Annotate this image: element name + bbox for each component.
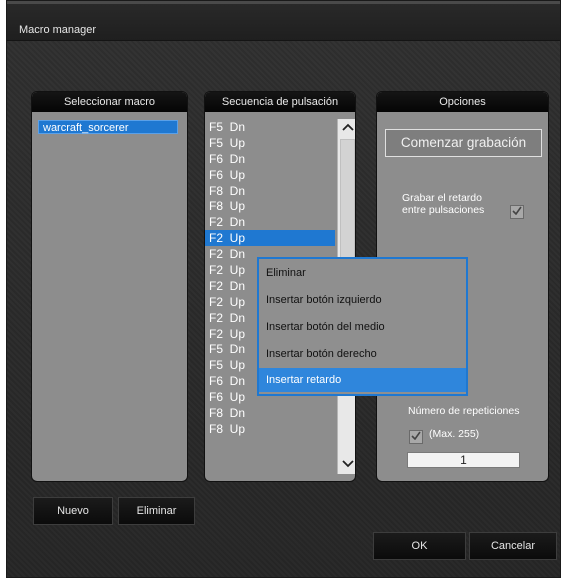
macro-manager-window: Macro manager Seleccionar macro warcraft…: [6, 0, 561, 578]
record-delay-label: Grabar el retardo entre pulsaciones: [402, 192, 484, 216]
options-header: Opciones: [377, 92, 548, 112]
repetitions-checkbox[interactable]: [409, 430, 423, 444]
sequence-row[interactable]: F8 Dn: [205, 183, 335, 199]
chevron-up-icon[interactable]: [338, 119, 355, 137]
scrollbar-thumb[interactable]: [340, 139, 355, 269]
select-macro-panel: Seleccionar macro warcraft_sorcerer: [31, 91, 188, 482]
menu-item-insert-delay[interactable]: Insertar retardo: [259, 368, 466, 392]
delete-macro-button[interactable]: Eliminar: [118, 497, 195, 525]
sequence-row[interactable]: F2 Up: [205, 230, 335, 247]
macro-item-warcraft-sorcerer[interactable]: warcraft_sorcerer: [38, 120, 178, 134]
sequence-row[interactable]: F6 Dn: [205, 151, 335, 167]
select-macro-header: Seleccionar macro: [32, 92, 187, 112]
checkmark-icon: [512, 206, 522, 216]
checkmark-icon: [411, 431, 421, 441]
record-delay-label-line2: entre pulsaciones: [402, 204, 485, 216]
window-title: Macro manager: [19, 24, 97, 36]
menu-item-insert-right-button[interactable]: Insertar botón derecho: [259, 342, 466, 366]
repetitions-label: Número de repeticiones: [408, 405, 520, 417]
menu-item-delete[interactable]: Eliminar: [259, 261, 466, 285]
cancel-button[interactable]: Cancelar: [469, 532, 557, 560]
record-delay-label-line1: Grabar el retardo: [402, 192, 482, 204]
sequence-row[interactable]: F8 Up: [205, 421, 335, 437]
sequence-row[interactable]: F2 Dn: [205, 214, 335, 230]
new-macro-button[interactable]: Nuevo: [33, 497, 113, 525]
ok-button[interactable]: OK: [373, 532, 466, 560]
chevron-down-icon[interactable]: [338, 456, 355, 474]
start-recording-button[interactable]: Comenzar grabación: [385, 129, 542, 157]
title-bar: Macro manager: [7, 1, 560, 41]
sequence-row[interactable]: F8 Up: [205, 198, 335, 214]
title-bar-top-strip: [7, 1, 560, 4]
sequence-header: Secuencia de pulsación: [205, 92, 355, 112]
repetitions-max-label: (Max. 255): [429, 428, 480, 440]
menu-item-insert-middle-button[interactable]: Insertar botón del medio: [259, 315, 466, 339]
sequence-row[interactable]: F5 Up: [205, 135, 335, 151]
record-delay-checkbox[interactable]: [510, 205, 524, 219]
sequence-row[interactable]: F5 Dn: [205, 119, 335, 135]
sequence-context-menu: Eliminar Insertar botón izquierdo Insert…: [257, 257, 468, 396]
menu-item-insert-left-button[interactable]: Insertar botón izquierdo: [259, 288, 466, 312]
sequence-row[interactable]: F8 Dn: [205, 405, 335, 421]
repetitions-input[interactable]: 1: [407, 452, 520, 468]
sequence-row[interactable]: F6 Up: [205, 167, 335, 183]
